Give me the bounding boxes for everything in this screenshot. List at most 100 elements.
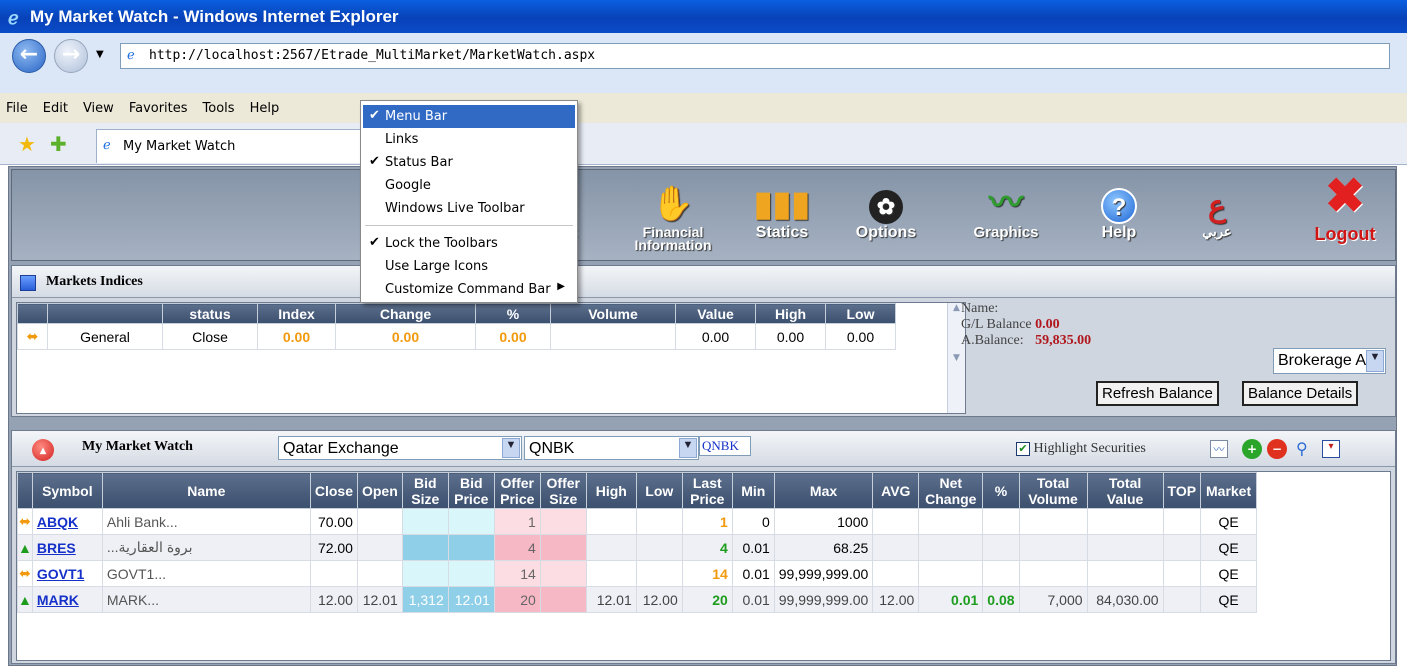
menu-help[interactable]: Help (250, 101, 280, 116)
highlight-securities[interactable]: ✔ Highlight Securities (1016, 441, 1146, 457)
toolbar-graphics[interactable]: 〰 Graphics (966, 172, 1046, 260)
watch-row[interactable]: ▲ BRES ...بروة العقارية 72.00 4 4 0.01 68.25 QE (17, 534, 1258, 561)
watch-header-cell[interactable]: Offer Size (539, 472, 587, 509)
indices-header-change: Change (335, 303, 476, 324)
search-icon[interactable]: ⚲ (1296, 439, 1308, 458)
ctx-customize-command-bar[interactable]: Customize Command Bar ▶ (363, 278, 575, 301)
ctx-links[interactable]: Links (363, 128, 575, 151)
ctx-menu-bar[interactable]: ✔ Menu Bar (363, 105, 575, 128)
cell-bid-size (401, 534, 449, 561)
cell-symbol[interactable]: ABQK (31, 508, 103, 535)
exchange-select[interactable]: Qatar Exchange ▼ (278, 436, 522, 460)
cell-open (356, 560, 403, 587)
index-valuecol: 0.00 (675, 323, 756, 350)
toolbar-options[interactable]: ✿ Options (848, 172, 924, 260)
ctx-label: Links (385, 132, 419, 147)
cell-min: 0.01 (731, 560, 775, 587)
header-line-1: TOP (1167, 482, 1197, 499)
watch-row[interactable]: ▲ MARK MARK... 12.00 12.01 1,312 12.01 20 12.01 1… (17, 586, 1258, 613)
cell-market: QE (1200, 586, 1258, 613)
ctx-lock-toolbars[interactable]: ✔ Lock the Toolbars (363, 232, 575, 255)
menu-edit[interactable]: Edit (43, 101, 68, 116)
indices-header-status: status (162, 303, 258, 324)
watch-header-cell[interactable]: High (585, 472, 637, 509)
watch-header-cell[interactable]: Max (773, 472, 874, 509)
symbol-select[interactable]: QNBK ▼ (524, 436, 699, 460)
menu-favorites[interactable]: Favorites (129, 101, 188, 116)
remove-icon[interactable]: − (1267, 439, 1287, 459)
watch-row[interactable]: ⬌ ABQK Ahli Bank... 70.00 1 1 0 1000 QE (17, 508, 1258, 535)
menu-file[interactable]: File (6, 101, 28, 116)
toolbar-arabic[interactable]: ع عربي (1182, 172, 1252, 260)
favorites-star-icon[interactable]: ★ (18, 132, 36, 156)
toolbar-help[interactable]: ? Help (1084, 172, 1154, 260)
watch-header-cell[interactable]: Offer Price (493, 472, 541, 509)
header-line-1: Total (1036, 474, 1070, 491)
ctx-google[interactable]: Google (363, 174, 575, 197)
watch-header-cell[interactable]: TOP (1162, 472, 1202, 509)
cell-avg (872, 508, 920, 535)
header-line-1: Bid (413, 474, 437, 491)
header-line-1: Total (1108, 474, 1142, 491)
ctx-windows-live-toolbar[interactable]: Windows Live Toolbar (363, 197, 575, 220)
indices-grid: status Index Change % Volume Value High … (16, 302, 966, 414)
back-button[interactable]: ← (12, 39, 46, 73)
toolbar-financial-information[interactable]: ✋ Financial Information (618, 172, 728, 260)
watch-header-cell[interactable]: Min (731, 472, 775, 509)
refresh-balance-button[interactable]: Refresh Balance (1096, 381, 1219, 406)
collapse-icon[interactable]: ▴ (32, 439, 54, 461)
watch-header-cell[interactable]: Market (1200, 472, 1258, 509)
watch-header-row: Symbol Name Close Open Bid Size Bid Price Offer P… (17, 472, 1258, 509)
settings-box-icon[interactable]: ▾ (1322, 440, 1340, 458)
watch-header-cell[interactable]: Open (356, 472, 403, 509)
watch-header-cell[interactable]: Bid Price (447, 472, 495, 509)
account-select[interactable]: Brokerage Acc ▼ (1273, 348, 1386, 374)
watch-header-cell[interactable] (17, 472, 33, 509)
symbol-input[interactable]: QNBK (699, 436, 751, 456)
watch-header-cell[interactable]: Bid Size (401, 472, 449, 509)
gear-icon: ✿ (848, 172, 924, 224)
watch-header-cell[interactable]: Symbol (31, 472, 103, 509)
balance-details-button[interactable]: Balance Details (1242, 381, 1359, 406)
address-field[interactable]: ℯ http://localhost:2567/Etrade_MultiMark… (120, 43, 1390, 69)
watch-header-cell[interactable]: Net Change (918, 472, 984, 509)
financial-label-2: Information (634, 237, 712, 253)
cell-offer-price: 4 (493, 534, 541, 561)
watch-header-cell[interactable]: Last Price (681, 472, 733, 509)
cell-market: QE (1200, 534, 1258, 561)
cell-symbol[interactable]: GOVT1 (31, 560, 103, 587)
market-watch-panel: ▴ My Market Watch Qatar Exchange ▼ QNBK … (11, 430, 1396, 664)
forward-button[interactable]: → (54, 39, 88, 73)
toolbar-logout[interactable]: ✖ Logout (1302, 170, 1388, 260)
cell-symbol[interactable]: BRES (31, 534, 103, 561)
indices-row[interactable]: ⬌ General Close 0.00 0.00 0.00 0.00 0.00… (17, 323, 896, 350)
watch-grid: Symbol Name Close Open Bid Size Bid Price Offer P… (16, 471, 1391, 661)
chart-small-icon[interactable]: 〰 (1210, 440, 1228, 458)
watch-header-cell[interactable]: AVG (872, 472, 920, 509)
watch-header-cell[interactable]: % (982, 472, 1020, 509)
markets-indices-title: Markets Indices (46, 274, 143, 289)
cell-market: QE (1200, 560, 1258, 587)
cell-symbol[interactable]: MARK (31, 586, 103, 613)
add-icon[interactable]: + (1242, 439, 1262, 459)
header-line-2: Price (690, 490, 725, 507)
ctx-label: Status Bar (385, 155, 453, 170)
header-line-2: Size (549, 490, 578, 507)
watch-header-cell[interactable]: Low (635, 472, 683, 509)
watch-header-cell[interactable]: Name (101, 472, 311, 509)
watch-header-cell[interactable]: Close (309, 472, 358, 509)
menu-view[interactable]: View (83, 101, 114, 116)
tab-my-market-watch[interactable]: ℯ My Market Watch (96, 129, 376, 163)
history-dropdown-icon[interactable]: ▼ (96, 49, 104, 60)
toolbar-statics[interactable]: ▮▮▮ Statics (742, 172, 822, 260)
menu-tools[interactable]: Tools (203, 101, 235, 116)
add-favorite-icon[interactable]: ✚ (50, 132, 67, 156)
a-balance-label: A.Balance: (961, 333, 1024, 348)
watch-row[interactable]: ⬌ GOVT1 GOVT1... 14 14 0.01 99,999,999.00 QE (17, 560, 1258, 587)
highlight-checkbox[interactable]: ✔ (1016, 442, 1030, 456)
watch-header-cell[interactable]: Total Value (1086, 472, 1164, 509)
watch-header-cell[interactable]: Total Volume (1018, 472, 1088, 509)
ctx-status-bar[interactable]: ✔ Status Bar (363, 151, 575, 174)
gl-balance-label: G/L Balance (961, 317, 1032, 332)
ctx-large-icons[interactable]: Use Large Icons (363, 255, 575, 278)
